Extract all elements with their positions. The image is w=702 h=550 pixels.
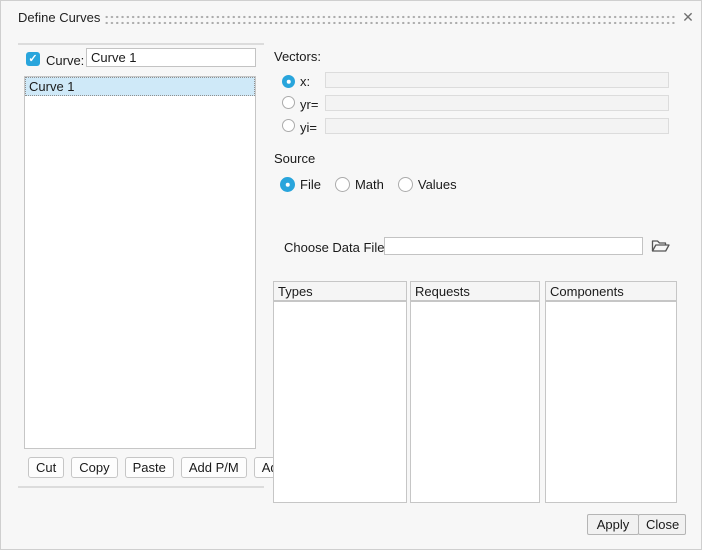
types-column-header: Types <box>273 281 407 301</box>
vector-yr-input[interactable] <box>325 95 669 111</box>
curve-enabled-checkbox[interactable] <box>26 52 40 66</box>
vector-x-radio[interactable] <box>282 75 295 88</box>
vector-yr-radio[interactable] <box>282 96 295 109</box>
components-list[interactable] <box>545 301 677 503</box>
source-math-label: Math <box>355 177 384 192</box>
requests-column-header: Requests <box>410 281 540 301</box>
apply-button[interactable]: Apply <box>587 514 639 535</box>
open-folder-icon <box>651 241 670 256</box>
source-file-radio[interactable] <box>280 177 295 192</box>
add-pm-button[interactable]: Add P/M <box>181 457 247 478</box>
vector-x-input[interactable] <box>325 72 669 88</box>
footer-actions: Apply Close <box>587 514 686 535</box>
vectors-label: Vectors: <box>274 49 321 64</box>
data-file-input[interactable] <box>384 237 643 255</box>
close-button[interactable]: Close <box>638 514 686 535</box>
vector-yr-label: yr= <box>300 97 318 112</box>
vector-yi-input[interactable] <box>325 118 669 134</box>
vector-yi-radio[interactable] <box>282 119 295 132</box>
requests-list[interactable] <box>410 301 540 503</box>
components-column-header: Components <box>545 281 677 301</box>
data-file-label: Choose Data File: <box>284 240 388 255</box>
left-panel-bottom-divider <box>18 486 264 488</box>
source-math-radio[interactable] <box>335 177 350 192</box>
curve-list[interactable]: Curve 1 <box>24 76 256 449</box>
copy-button[interactable]: Copy <box>71 457 117 478</box>
source-options: File Math Values <box>280 177 457 192</box>
define-curves-dialog: Define Curves ✕ Curve: Curve 1 Cut Copy … <box>0 0 702 550</box>
types-list[interactable] <box>273 301 407 503</box>
curve-label: Curve: <box>46 53 84 68</box>
source-values-radio[interactable] <box>398 177 413 192</box>
dialog-close-button[interactable]: ✕ <box>679 8 697 26</box>
curve-list-item[interactable]: Curve 1 <box>25 77 255 96</box>
dialog-title: Define Curves <box>18 10 100 25</box>
curve-name-input[interactable] <box>86 48 256 67</box>
paste-button[interactable]: Paste <box>125 457 174 478</box>
left-panel-top-divider <box>18 43 264 45</box>
vector-yi-label: yi= <box>300 120 317 135</box>
source-values-label: Values <box>418 177 457 192</box>
vector-x-label: x: <box>300 74 310 89</box>
browse-file-button[interactable] <box>650 239 670 254</box>
close-icon: ✕ <box>682 9 694 25</box>
cut-button[interactable]: Cut <box>28 457 64 478</box>
drag-handle-dots[interactable] <box>104 13 677 24</box>
source-label: Source <box>274 151 315 166</box>
source-file-label: File <box>300 177 321 192</box>
curve-list-toolbar: Cut Copy Paste Add P/M Add R/I <box>28 457 313 478</box>
